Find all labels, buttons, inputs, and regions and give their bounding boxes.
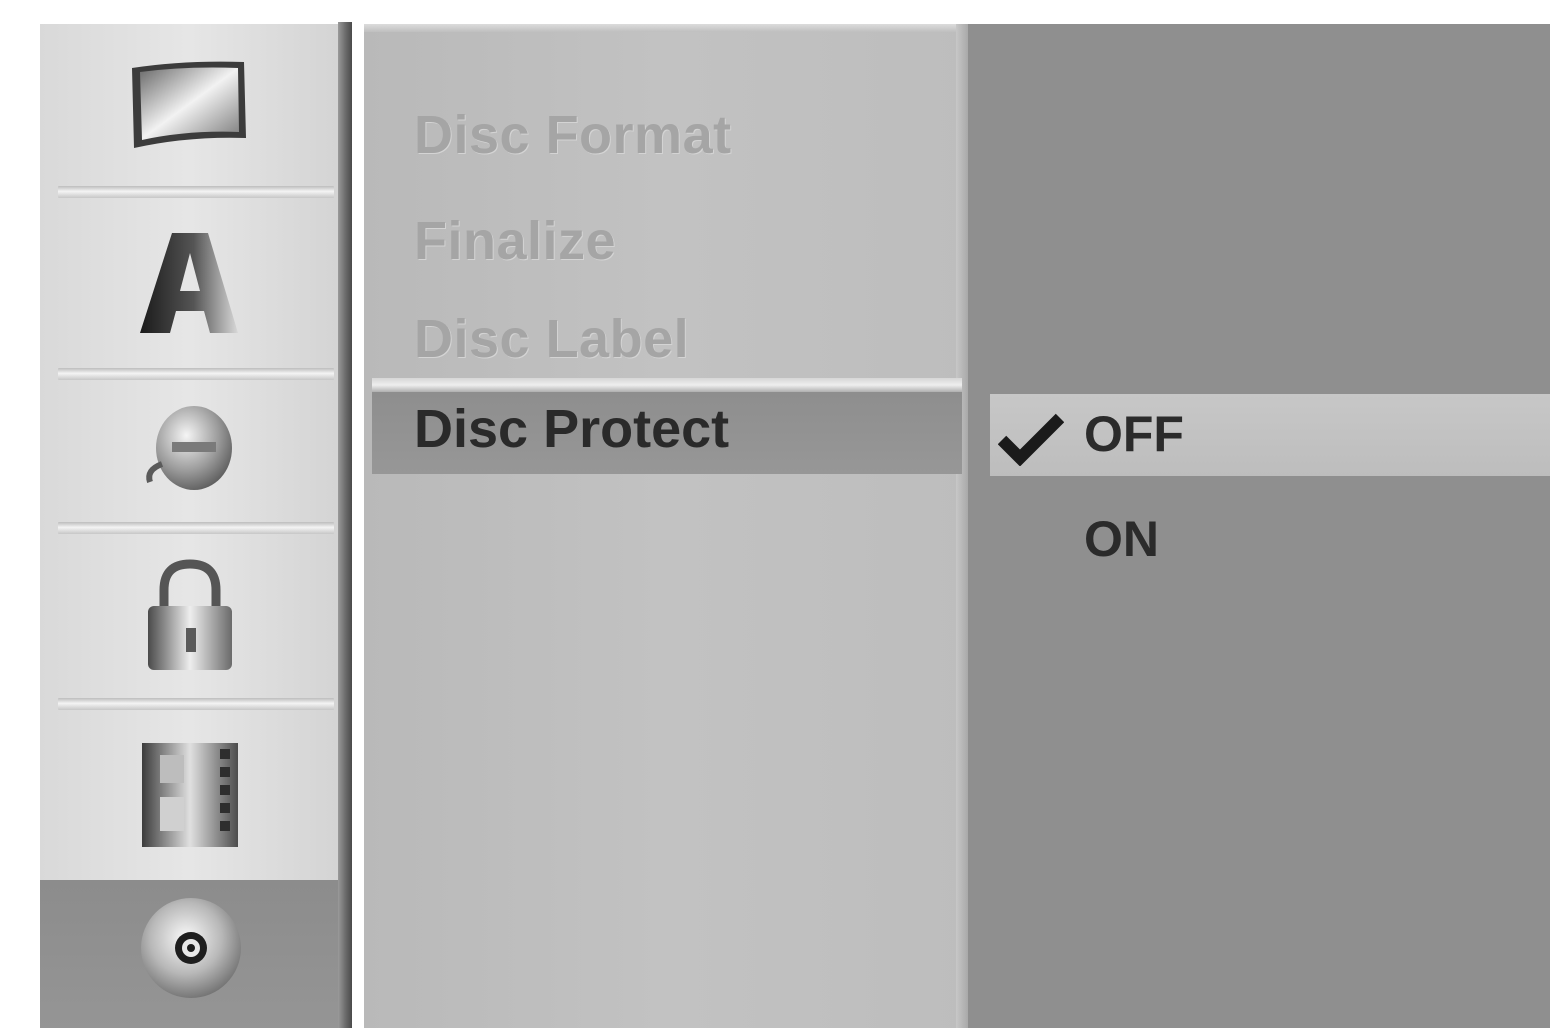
options-panel	[968, 24, 1550, 1028]
checkmark-icon	[998, 413, 1064, 466]
setup-category-sidebar	[40, 24, 338, 1028]
sidebar-border	[338, 22, 352, 1028]
option-on[interactable]: ON	[1084, 510, 1159, 568]
category-display[interactable]	[40, 24, 338, 186]
menu-item-finalize: Finalize	[414, 211, 617, 271]
option-off-label: OFF	[1084, 406, 1184, 462]
sidebar-separator	[58, 522, 334, 534]
category-audio[interactable]	[40, 198, 338, 372]
category-lock[interactable]	[40, 534, 338, 702]
sidebar-separator	[58, 186, 334, 198]
category-disc[interactable]	[40, 880, 338, 1028]
tv-screen-icon	[132, 61, 246, 148]
menu-top-highlight	[364, 24, 964, 32]
menu-divider	[372, 378, 962, 392]
lock-icon	[148, 559, 232, 670]
language-disc-icon	[146, 406, 232, 490]
category-recording[interactable]	[40, 710, 338, 880]
sidebar-separator	[58, 368, 334, 380]
disc-menu-panel	[364, 24, 970, 1028]
menu-item-disc-protect-label: Disc Protect	[414, 399, 730, 459]
menu-border	[956, 24, 968, 1028]
menu-item-disc-label: Disc Label	[414, 309, 690, 369]
category-language[interactable]	[40, 380, 338, 520]
sidebar-separator	[58, 698, 334, 710]
disc-icon	[141, 898, 241, 998]
option-off[interactable]	[990, 394, 1550, 476]
audio-a-icon	[140, 233, 238, 333]
menu-item-disc-format: Disc Format	[414, 105, 732, 165]
film-icon	[142, 743, 238, 847]
